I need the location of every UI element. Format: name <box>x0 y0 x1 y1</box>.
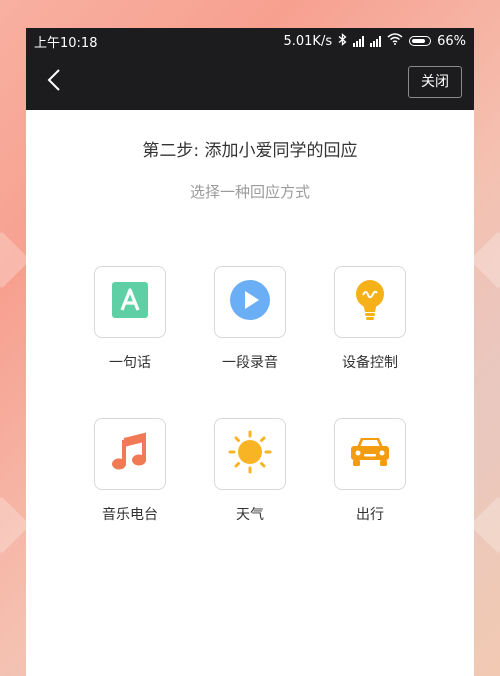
back-button[interactable] <box>40 68 68 96</box>
music-note-icon <box>110 432 150 476</box>
option-label: 天气 <box>236 507 264 523</box>
option-music-radio[interactable]: 音乐电台 <box>80 418 180 524</box>
network-speed: 5.01K/s <box>283 33 333 49</box>
option-sentence[interactable]: 一句话 <box>80 266 180 372</box>
bluetooth-icon <box>338 32 347 50</box>
option-label: 出行 <box>356 507 384 523</box>
chevron-left-icon <box>47 68 61 96</box>
option-label: 一段录音 <box>222 355 278 371</box>
status-time: 上午10:18 <box>34 35 98 51</box>
option-icon-box <box>94 418 166 490</box>
page-title: 第二步: 添加小爱同学的回应 <box>142 141 358 161</box>
option-weather[interactable]: 天气 <box>200 418 300 524</box>
battery-icon <box>409 36 432 46</box>
phone-screen: 上午10:18 5.01K/s 66% 关闭 第二步: 添加小爱同学的回应 选择… <box>26 28 474 676</box>
option-icon-box <box>94 266 166 338</box>
close-button[interactable]: 关闭 <box>408 66 462 98</box>
status-bar: 上午10:18 5.01K/s 66% <box>26 28 474 54</box>
option-travel[interactable]: 出行 <box>320 418 420 524</box>
option-label: 音乐电台 <box>102 507 158 523</box>
wifi-icon <box>387 33 403 49</box>
page-subtitle: 选择一种回应方式 <box>189 183 310 201</box>
nav-bar: 关闭 <box>26 54 474 110</box>
option-icon-box <box>334 418 406 490</box>
car-icon <box>349 435 391 473</box>
signal-icon <box>353 35 365 47</box>
play-circle-icon <box>229 279 271 325</box>
option-label: 设备控制 <box>342 355 398 371</box>
bg-decoration <box>469 231 500 289</box>
option-icon-box <box>214 266 286 338</box>
option-label: 一句话 <box>109 355 151 371</box>
option-icon-box <box>214 418 286 490</box>
sun-icon <box>228 430 272 478</box>
light-bulb-icon <box>352 279 388 325</box>
option-recording[interactable]: 一段录音 <box>200 266 300 372</box>
option-device-control[interactable]: 设备控制 <box>320 266 420 372</box>
text-a-icon <box>111 281 149 323</box>
battery-percent: 66% <box>437 33 466 49</box>
signal-icon <box>370 35 382 47</box>
status-indicators: 5.01K/s 66% <box>283 32 466 50</box>
bg-decoration <box>469 496 500 554</box>
option-icon-box <box>334 266 406 338</box>
